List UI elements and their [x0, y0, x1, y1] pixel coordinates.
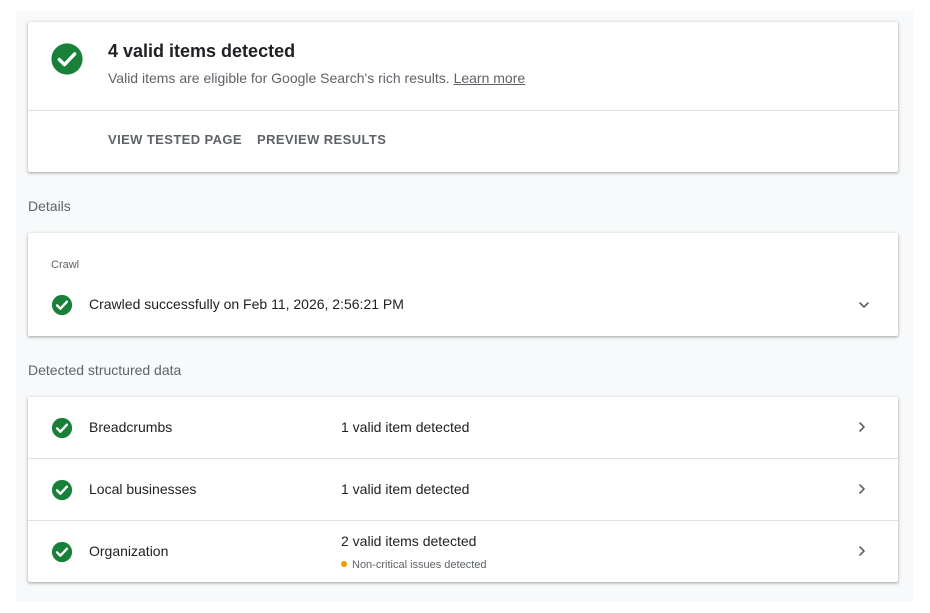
- learn-more-link[interactable]: Learn more: [454, 70, 526, 86]
- crawl-card: Crawl Crawled successfully on Feb 11, 20…: [28, 233, 898, 336]
- summary-subtitle: Valid items are eligible for Google Sear…: [108, 70, 525, 86]
- view-tested-page-button[interactable]: VIEW TESTED PAGE: [108, 132, 242, 147]
- warning-dot-icon: [341, 561, 347, 567]
- warning-note-text: Non-critical issues detected: [352, 559, 487, 571]
- structured-data-row-local-businesses[interactable]: Local businesses 1 valid item detected: [28, 458, 898, 520]
- structured-data-status: 2 valid items detected: [341, 533, 477, 549]
- structured-data-name: Breadcrumbs: [89, 419, 173, 435]
- warning-note: Non-critical issues detected: [341, 559, 487, 571]
- structured-data-row-breadcrumbs[interactable]: Breadcrumbs 1 valid item detected: [28, 397, 898, 459]
- structured-data-status: 1 valid item detected: [341, 481, 470, 497]
- structured-data-status: 1 valid item detected: [341, 419, 470, 435]
- chevron-right-icon: [854, 419, 870, 440]
- crawl-header: Crawl: [51, 259, 80, 271]
- structured-data-section-label: Detected structured data: [28, 362, 182, 378]
- chevron-right-icon: [854, 481, 870, 502]
- check-circle-icon: [51, 541, 73, 563]
- crawl-status: Crawled successfully on Feb 11, 2026, 2:…: [89, 296, 404, 312]
- chevron-down-icon[interactable]: [856, 297, 872, 318]
- structured-data-name: Local businesses: [89, 481, 197, 497]
- check-circle-icon: [50, 42, 84, 76]
- preview-results-button[interactable]: PREVIEW RESULTS: [257, 132, 386, 147]
- structured-data-name: Organization: [89, 543, 169, 559]
- check-circle-icon: [51, 479, 73, 501]
- details-section-label: Details: [28, 198, 71, 214]
- divider: [28, 110, 898, 111]
- summary-card: 4 valid items detected Valid items are e…: [28, 22, 898, 172]
- structured-data-row-organization[interactable]: Organization 2 valid items detected Non-…: [28, 520, 898, 582]
- check-circle-icon: [51, 417, 73, 439]
- structured-data-card: Breadcrumbs 1 valid item detected Local …: [28, 397, 898, 582]
- summary-subtitle-text: Valid items are eligible for Google Sear…: [108, 70, 450, 86]
- chevron-right-icon: [854, 543, 870, 564]
- summary-title: 4 valid items detected: [108, 41, 296, 61]
- check-circle-icon: [51, 294, 73, 316]
